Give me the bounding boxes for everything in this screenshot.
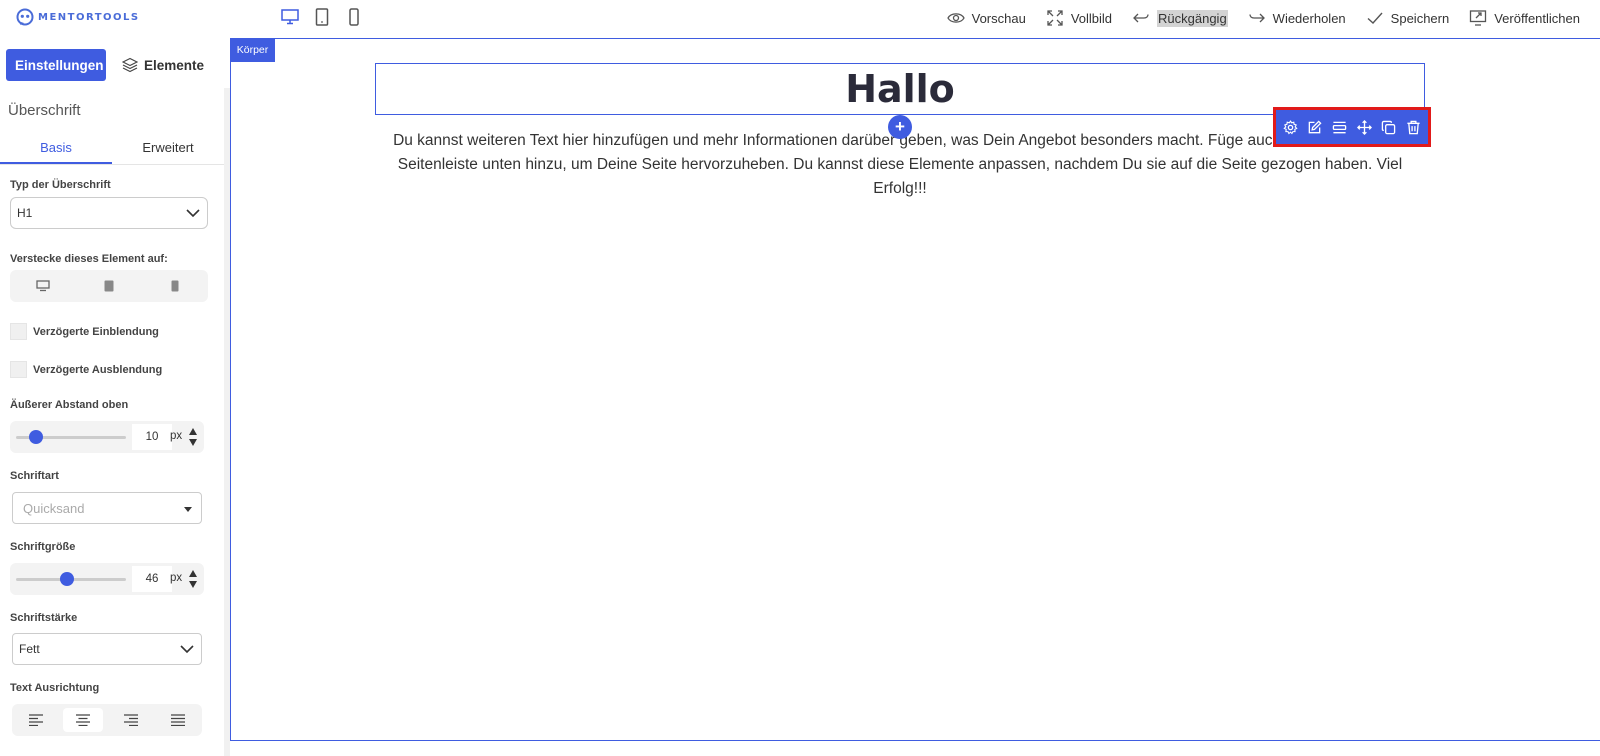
desktop-icon <box>281 9 299 25</box>
heading-type-value: H1 <box>17 206 33 220</box>
delayed-hide-checkbox[interactable]: Verzögerte Ausblendung <box>10 361 162 378</box>
align-right-button[interactable] <box>111 708 151 732</box>
preview-button[interactable]: Vorschau <box>946 7 1026 29</box>
delayed-show-checkbox[interactable]: Verzögerte Einblendung <box>10 323 159 340</box>
publish-icon <box>1470 10 1487 26</box>
logo-icon <box>16 8 34 26</box>
top-bar: MENTORTOOLS Vorschau Vollbild Rückgängig… <box>0 0 1600 36</box>
heading-type-select[interactable]: H1 <box>10 197 208 229</box>
layers-icon <box>122 57 138 73</box>
copy-icon <box>1382 120 1396 134</box>
hide-on-devices <box>10 270 208 302</box>
redo-button[interactable]: Wiederholen <box>1248 7 1346 29</box>
check-icon <box>1367 12 1383 24</box>
desktop-view-button[interactable] <box>280 7 300 27</box>
heading-text[interactable]: Hallo <box>845 67 955 111</box>
font-size-unit: px <box>170 572 183 584</box>
subtab-basic[interactable]: Basis <box>0 133 112 164</box>
font-size-slider-handle[interactable] <box>60 572 75 586</box>
element-move-button[interactable] <box>1355 118 1373 136</box>
subtab-advanced[interactable]: Erweitert <box>112 133 224 164</box>
settings-icon <box>1283 119 1298 134</box>
font-family-placeholder: Quicksand <box>23 500 85 516</box>
font-weight-value: Fett <box>19 642 40 656</box>
expand-icon <box>1047 10 1063 26</box>
add-element-button[interactable]: + <box>888 115 912 139</box>
tab-settings[interactable]: Einstellungen <box>6 49 106 81</box>
hide-on-desktop-button[interactable] <box>23 274 63 298</box>
undo-icon <box>1133 13 1149 23</box>
tablet-icon <box>104 280 114 292</box>
mobile-view-button[interactable] <box>344 7 364 27</box>
eye-icon <box>946 13 965 23</box>
margin-top-unit: px <box>170 430 183 442</box>
element-toolbar <box>1276 110 1428 144</box>
align-justify-button[interactable] <box>158 708 198 732</box>
edit-icon <box>1309 119 1323 133</box>
heading-type-label: Typ der Überschrift <box>10 179 111 191</box>
font-size-control: 46 px <box>10 563 204 595</box>
checkbox[interactable] <box>10 361 27 378</box>
align-icon <box>1332 121 1347 133</box>
text-align-label: Text Ausrichtung <box>10 682 100 694</box>
element-edit-button[interactable] <box>1306 118 1324 136</box>
mobile-icon <box>171 280 179 292</box>
font-family-label: Schriftart <box>10 470 59 482</box>
redo-icon <box>1249 13 1265 23</box>
logo[interactable]: MENTORTOOLS <box>16 8 140 26</box>
sidebar-title: Überschrift <box>8 102 81 119</box>
body-badge[interactable]: Körper <box>230 38 275 62</box>
tab-elements[interactable]: Elemente <box>116 49 210 81</box>
element-delete-button[interactable] <box>1405 118 1423 136</box>
align-center-icon <box>76 714 91 726</box>
align-right-icon <box>123 714 138 726</box>
hide-on-label: Verstecke dieses Element auf: <box>10 253 168 265</box>
margin-top-label: Äußerer Abstand oben <box>10 399 129 411</box>
delete-icon <box>1407 120 1420 134</box>
margin-top-input[interactable]: 10 <box>132 424 172 450</box>
selected-heading-element[interactable]: Hallo <box>375 63 1425 115</box>
paragraph-text[interactable]: Du kannst weiteren Text hier hinzufügen … <box>375 129 1425 201</box>
settings-sidebar: Einstellungen Elemente Überschrift Basis… <box>0 38 224 756</box>
undo-button[interactable]: Rückgängig <box>1132 7 1228 29</box>
stepper-icon[interactable] <box>188 427 198 447</box>
desktop-icon <box>36 280 50 292</box>
margin-top-slider-handle[interactable] <box>29 430 44 444</box>
save-button[interactable]: Speichern <box>1366 7 1449 29</box>
font-family-select[interactable]: Quicksand <box>12 492 202 524</box>
chevron-down-icon <box>180 645 194 654</box>
align-left-button[interactable] <box>16 708 56 732</box>
margin-top-control: 10 px <box>10 421 204 453</box>
logo-text: MENTORTOOLS <box>38 11 140 23</box>
font-weight-label: Schriftstärke <box>10 612 78 624</box>
tablet-view-button[interactable] <box>312 7 332 27</box>
stepper-icon[interactable] <box>188 569 198 589</box>
text-align-options <box>12 704 202 736</box>
sidebar-subtabs: Basis Erweitert <box>0 133 224 165</box>
checkbox[interactable] <box>10 323 27 340</box>
hide-on-tablet-button[interactable] <box>89 274 129 298</box>
tablet-icon <box>315 8 329 26</box>
move-icon <box>1356 119 1372 135</box>
device-switcher <box>280 7 364 27</box>
sidebar-tabs: Einstellungen Elemente <box>6 49 210 81</box>
mobile-icon <box>349 8 359 26</box>
align-justify-icon <box>171 714 186 726</box>
align-left-icon <box>28 714 43 726</box>
element-settings-button[interactable] <box>1281 118 1299 136</box>
toolbar-actions: Vorschau Vollbild Rückgängig Wiederholen… <box>946 7 1580 29</box>
chevron-down-icon <box>186 209 200 218</box>
caret-down-icon <box>184 507 192 512</box>
font-weight-select[interactable]: Fett <box>12 633 202 665</box>
font-size-label: Schriftgröße <box>10 541 76 553</box>
font-size-input[interactable]: 46 <box>132 566 172 592</box>
align-center-button[interactable] <box>63 708 104 732</box>
fullscreen-button[interactable]: Vollbild <box>1046 7 1112 29</box>
element-align-button[interactable] <box>1331 118 1349 136</box>
publish-button[interactable]: Veröffentlichen <box>1469 7 1580 29</box>
element-copy-button[interactable] <box>1380 118 1398 136</box>
hide-on-mobile-button[interactable] <box>155 274 195 298</box>
